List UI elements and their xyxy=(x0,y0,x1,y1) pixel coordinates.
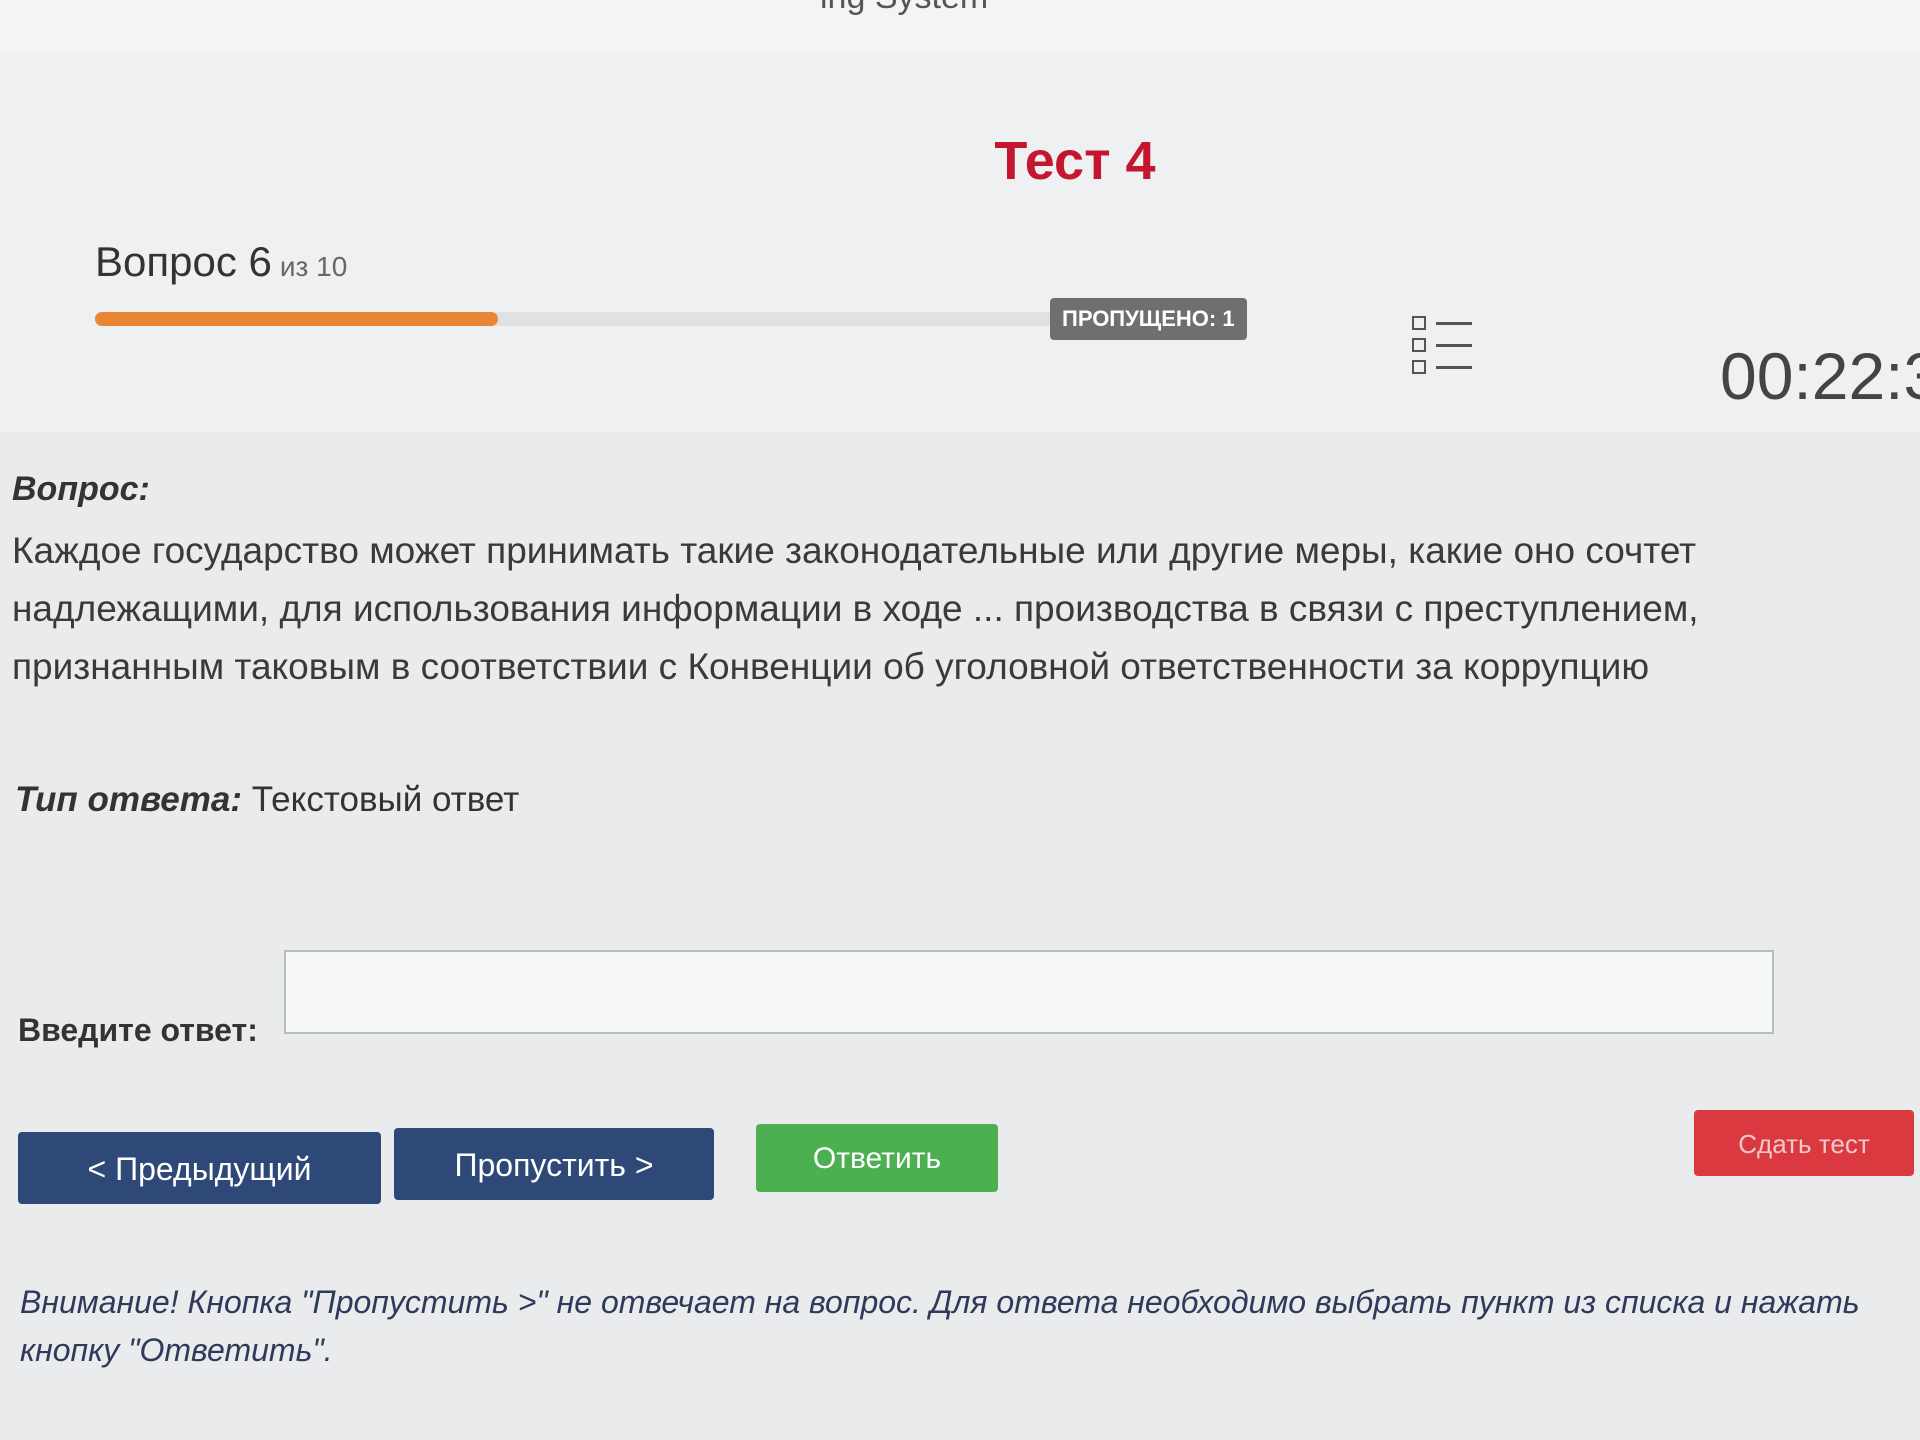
timer: 00:22:32 xyxy=(1720,339,1920,413)
skipped-badge: ПРОПУЩЕНО: 1 xyxy=(1050,298,1247,340)
question-text: Каждое государство может принимать такие… xyxy=(12,530,1699,687)
top-bar: ing System xyxy=(0,0,1920,53)
answer-type-label: Тип ответа: xyxy=(15,780,243,819)
answer-input-label: Введите ответ: xyxy=(18,1012,258,1048)
progress-bar-fill xyxy=(95,312,498,326)
system-title: ing System xyxy=(820,0,988,17)
question-number: Вопрос 6 xyxy=(95,238,272,285)
warning-text: Внимание! Кнопка "Пропустить >" не отвеч… xyxy=(20,1284,1860,1368)
answer-type-value: Текстовый ответ xyxy=(251,780,520,819)
answer-type: Тип ответа: Текстовый ответ xyxy=(15,780,519,820)
previous-button[interactable]: < Предыдущий xyxy=(18,1132,381,1204)
test-title: Тест 4 xyxy=(994,131,1156,191)
skip-button[interactable]: Пропустить > xyxy=(394,1128,714,1200)
question-label: Вопрос: xyxy=(12,470,150,508)
answer-button[interactable]: Ответить xyxy=(756,1124,998,1192)
question-list-icon[interactable] xyxy=(1412,316,1472,376)
answer-input[interactable] xyxy=(284,950,1774,1034)
submit-test-button[interactable]: Сдать тест xyxy=(1694,1110,1914,1176)
question-counter: Вопрос 6 из 10 xyxy=(95,238,347,286)
question-total: из 10 xyxy=(279,251,348,282)
